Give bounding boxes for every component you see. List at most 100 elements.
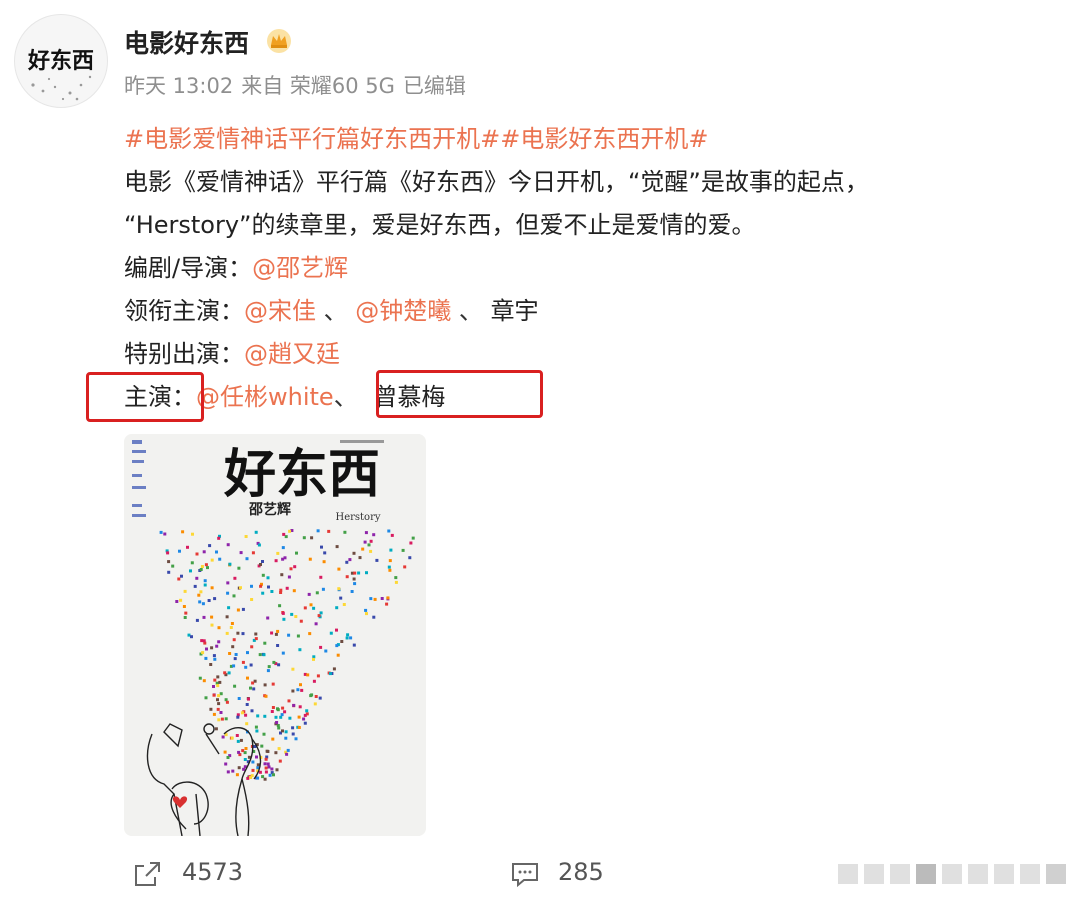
poster-art: 好东西 邵艺辉 Herstory: [124, 434, 426, 836]
mention-special-1[interactable]: @趙又廷: [244, 340, 340, 368]
confetti-dot: [202, 679, 206, 683]
confetti-dot: [233, 684, 237, 688]
confetti-dot: [319, 611, 323, 615]
confetti-dot: [270, 631, 274, 635]
description-line-2: “Herstory”的续章里，爱是好东西，但爱不止是爱情的爱。: [124, 211, 756, 239]
confetti-dot: [277, 747, 281, 751]
confetti-dot: [372, 615, 376, 619]
confetti-dot: [224, 698, 228, 702]
poster-title: 好东西: [223, 444, 380, 505]
confetti-dot: [243, 758, 247, 761]
confetti-dot: [210, 558, 214, 562]
confetti-dot: [281, 706, 285, 710]
repost-count[interactable]: 4573: [182, 858, 243, 886]
post-time[interactable]: 昨天 13:02: [124, 74, 233, 98]
confetti-dot: [271, 706, 275, 709]
avatar[interactable]: 好东西: [14, 14, 108, 108]
confetti-dot: [272, 660, 276, 664]
confetti-dot: [271, 737, 275, 741]
confetti-dot: [296, 688, 300, 692]
confetti-dot: [225, 615, 229, 619]
mention-writer-director[interactable]: @邵艺辉: [252, 254, 348, 282]
confetti-dot: [178, 549, 181, 553]
confetti-dot: [217, 694, 221, 698]
share-icon[interactable]: [132, 860, 162, 888]
confetti-dot: [293, 565, 297, 569]
confetti-dot: [236, 715, 240, 719]
confetti-dot: [213, 597, 217, 601]
post-meta: 昨天 13:02 来自 荣耀60 5G 已编辑: [124, 70, 474, 100]
confetti-dot: [183, 589, 187, 593]
comment-count[interactable]: 285: [558, 858, 604, 886]
confetti-dot: [229, 626, 233, 629]
confetti-dot: [287, 699, 291, 703]
confetti-dot: [264, 694, 268, 698]
confetti-dot: [245, 703, 249, 706]
confetti-dot: [230, 736, 234, 740]
confetti-dot: [387, 529, 391, 533]
confetti-dot: [195, 618, 199, 622]
confetti-dot: [167, 570, 171, 574]
confetti-dot: [296, 634, 300, 638]
mention-lead-2[interactable]: @钟楚曦: [355, 297, 451, 325]
confetti-dot: [220, 717, 224, 721]
confetti-dot: [327, 529, 331, 533]
confetti-dot: [182, 605, 186, 608]
confetti-dot: [190, 561, 194, 565]
confetti-dot: [322, 560, 326, 564]
confetti-dot: [199, 568, 203, 571]
confetti-dot: [281, 546, 285, 550]
confetti-dot: [256, 763, 260, 767]
confetti-dot: [226, 591, 230, 595]
confetti-dot: [335, 628, 338, 632]
confetti-dot: [270, 767, 274, 771]
confetti-dot: [336, 653, 340, 657]
confetti-dot: [254, 637, 258, 641]
confetti-dot: [294, 737, 298, 741]
confetti-dot: [210, 615, 214, 619]
confetti-dot: [202, 615, 206, 619]
confetti-dot: [411, 536, 415, 540]
confetti-dot: [409, 541, 413, 545]
confetti-dot: [358, 556, 362, 560]
confetti-dot: [175, 600, 179, 603]
confetti-dot: [307, 592, 311, 596]
confetti-dot: [262, 732, 266, 736]
confetti-dot: [246, 676, 249, 680]
poster-image[interactable]: 好东西 邵艺辉 Herstory: [124, 434, 426, 836]
confetti-dot: [312, 679, 316, 683]
hashtags[interactable]: #电影爱情神话平行篇好东西开机##电影好东西开机#: [124, 125, 708, 153]
confetti-dot: [290, 612, 294, 616]
confetti-dot: [204, 656, 208, 660]
confetti-dot: [201, 602, 205, 606]
confetti-dot: [349, 636, 353, 640]
confetti-dot: [389, 548, 393, 552]
confetti-dot: [241, 607, 245, 611]
confetti-dot: [215, 644, 219, 648]
confetti-dot: [264, 757, 268, 761]
confetti-dot: [228, 562, 232, 566]
post-body: #电影爱情神话平行篇好东西开机##电影好东西开机# 电影《爱情神话》平行篇《好东…: [124, 118, 1054, 419]
confetti-dot: [255, 755, 258, 759]
confetti-dot: [287, 633, 291, 637]
mention-lead-1[interactable]: @宋佳: [244, 297, 316, 325]
confetti-dot: [312, 655, 316, 659]
confetti-dot: [226, 581, 230, 585]
confetti-dot: [159, 530, 163, 534]
confetti-dot: [369, 597, 373, 601]
confetti-dot: [261, 591, 265, 595]
confetti-dot: [313, 702, 317, 706]
confetti-dot: [226, 543, 230, 547]
confetti-dot: [239, 551, 243, 555]
separator: 、: [458, 297, 483, 325]
confetti-dot: [281, 729, 284, 733]
comment-icon[interactable]: [510, 860, 540, 888]
user-name[interactable]: 电影好东西: [124, 24, 249, 60]
confetti-dot: [216, 675, 220, 679]
confetti-dot: [394, 580, 398, 584]
confetti-dot: [312, 657, 315, 661]
edited-label[interactable]: 已编辑: [403, 74, 466, 98]
confetti-dot: [316, 674, 320, 678]
mention-cast-1[interactable]: @任彬white: [196, 383, 334, 411]
confetti-dot: [275, 768, 279, 772]
